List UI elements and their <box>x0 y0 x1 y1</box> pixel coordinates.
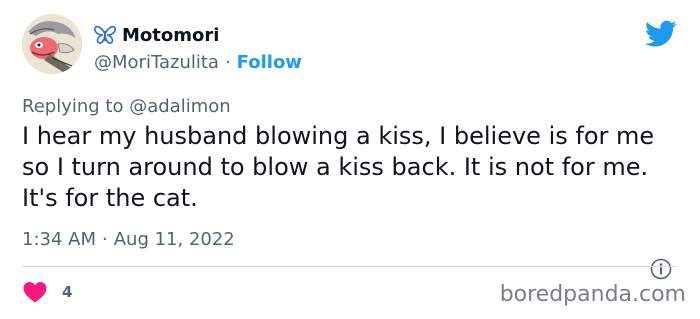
tweet-time[interactable]: 1:34 AM <box>22 229 96 250</box>
user-handle[interactable]: @MoriTazulita <box>94 52 219 73</box>
avatar[interactable] <box>22 14 82 74</box>
follow-button[interactable]: Follow <box>237 52 302 73</box>
like-action[interactable]: 4 <box>22 278 72 306</box>
twitter-bird-icon[interactable] <box>645 20 677 48</box>
replying-to: Replying to @adalimon <box>22 96 231 117</box>
butterfly-icon <box>94 25 116 45</box>
handle-row: @MoriTazulita · Follow <box>94 49 302 75</box>
handle-separator: · <box>224 51 231 73</box>
tweet-card: Motomori @MoriTazulita · Follow Replying… <box>0 0 700 319</box>
tweet-text: I hear my husband blowing a kiss, I beli… <box>22 122 655 212</box>
divider <box>22 266 677 267</box>
heart-icon[interactable] <box>22 280 48 304</box>
watermark: boredpanda.com <box>499 282 686 307</box>
reply-mention-link[interactable]: @adalimon <box>129 96 230 117</box>
like-count: 4 <box>62 283 73 301</box>
replying-to-label: Replying to <box>22 96 124 117</box>
name-row: Motomori <box>94 22 219 48</box>
display-name[interactable]: Motomori <box>122 25 219 46</box>
info-icon[interactable] <box>650 258 672 280</box>
time-separator: · <box>102 229 108 250</box>
timestamp[interactable]: 1:34 AM · Aug 11, 2022 <box>22 229 235 250</box>
tweet-date[interactable]: Aug 11, 2022 <box>114 229 235 250</box>
